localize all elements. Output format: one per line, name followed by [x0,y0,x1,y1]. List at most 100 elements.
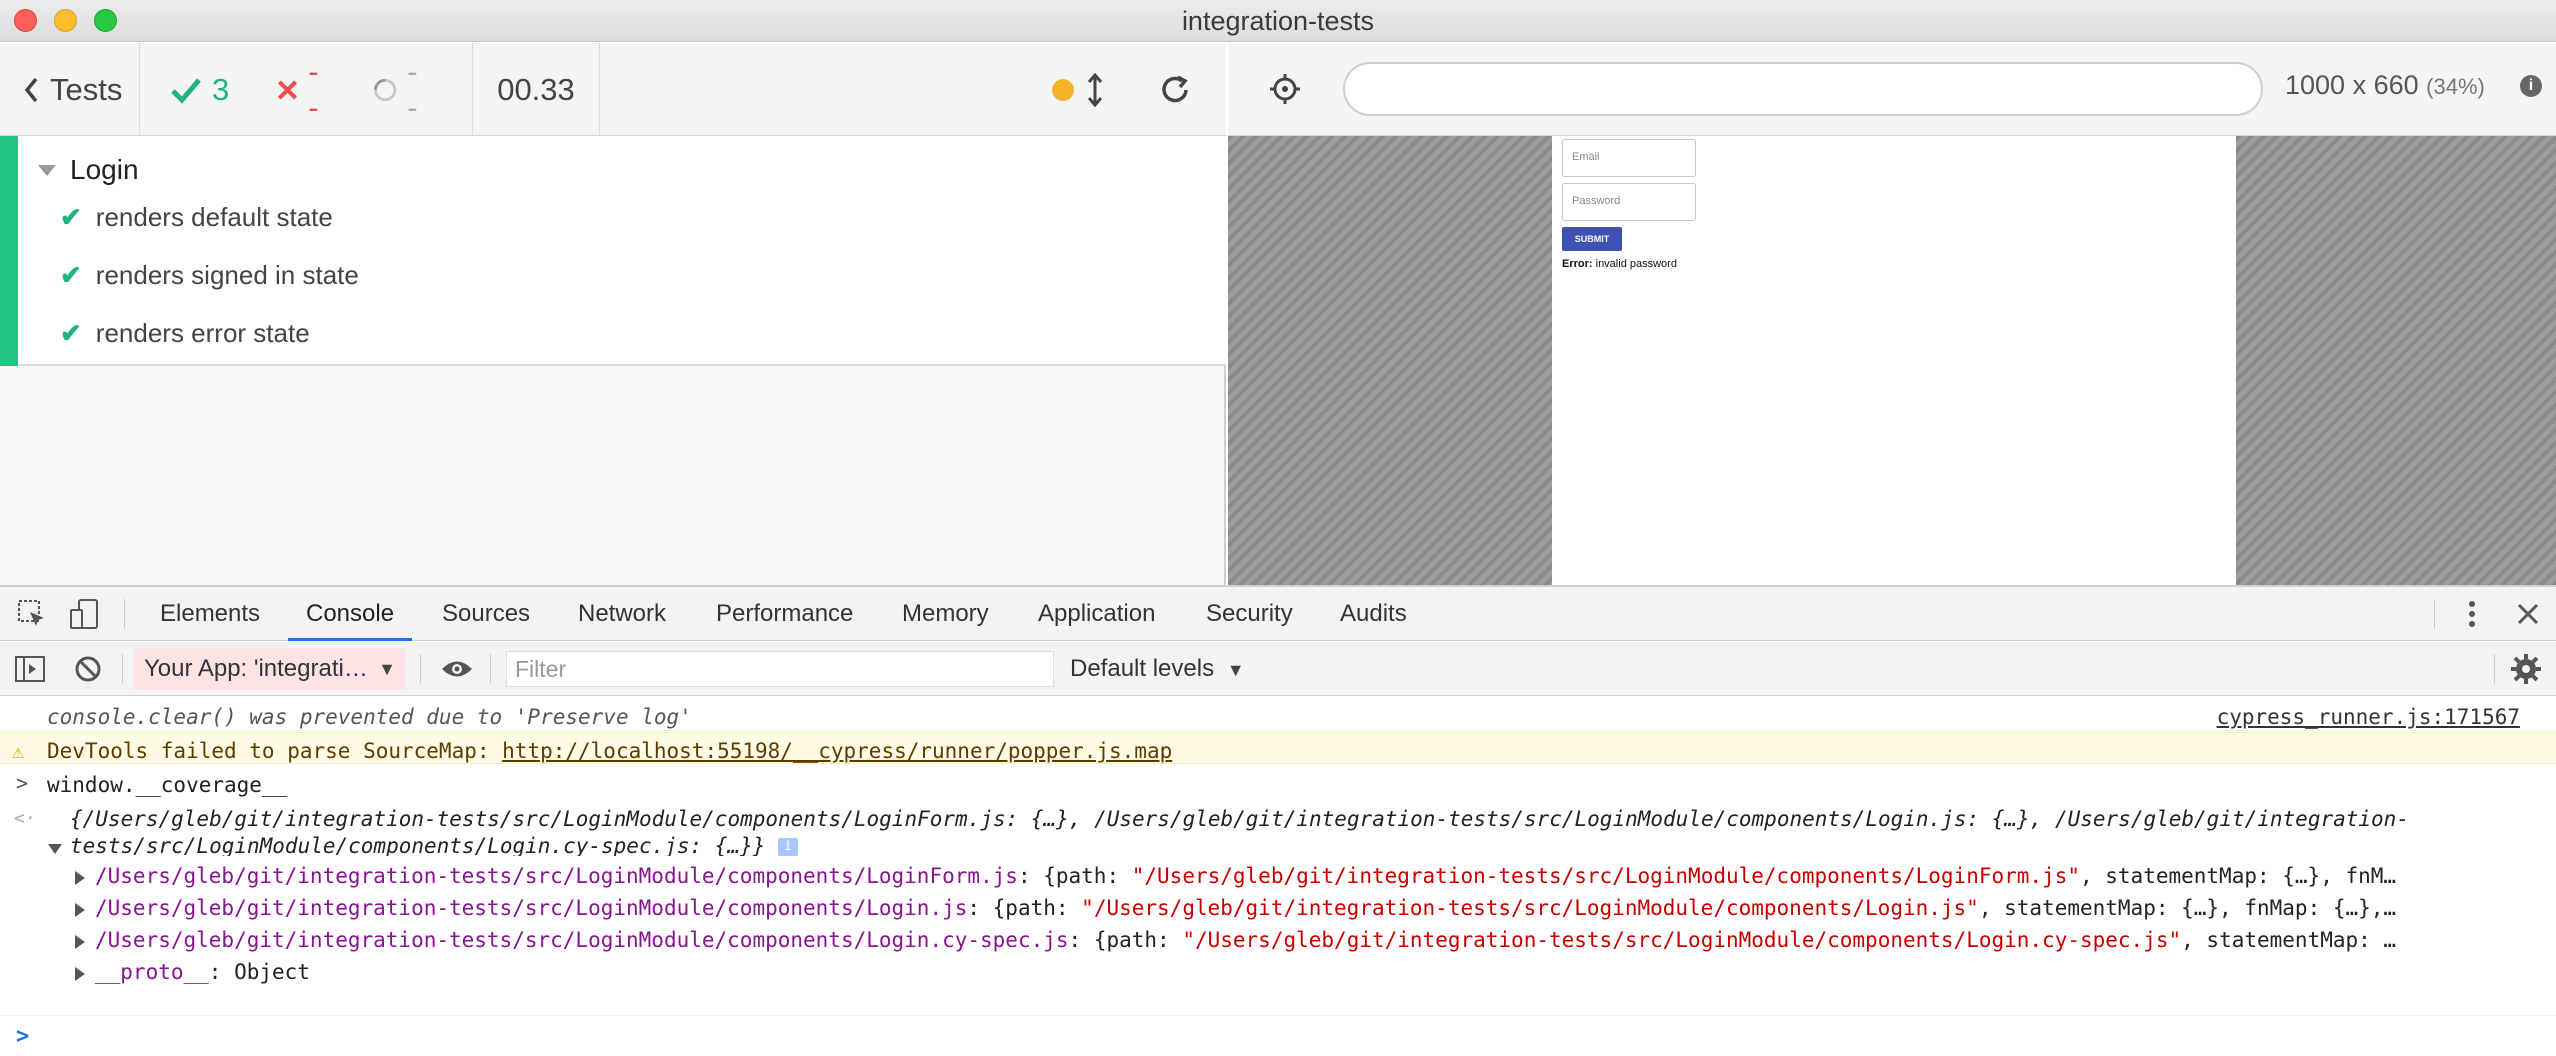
tab-security[interactable]: Security [1206,587,1293,641]
test-title: renders default state [95,202,333,232]
selector-playground-icon[interactable] [1268,72,1302,106]
property-rest: , statementMap: {…}, fnMap: {…},… [1978,896,2397,920]
proto-value: : Object [208,960,310,984]
test-stats: 3 -- -- [140,43,473,136]
window-titlebar: integration-tests [0,0,2556,42]
hatch-left [1228,136,1552,585]
console-message: console.clear() was prevented due to 'Pr… [0,699,2556,731]
viewport-size: 1000 x 660 [2285,70,2419,100]
property-path: "/Users/gleb/git/integration-tests/src/L… [1131,864,2080,888]
property-path: "/Users/gleb/git/integration-tests/src/L… [1182,928,2182,952]
property-prefix: : {path: [1017,864,1132,888]
result-arrow-icon: <· [14,808,36,829]
error-text: invalid password [1595,258,1677,270]
sourcemap-link[interactable]: http://localhost:55198/__cypress/runner/… [502,739,1172,763]
object-property-proto[interactable]: __proto__: Object [0,955,2556,987]
reporter-header: Tests 3 -- -- 00.33 [0,43,1226,136]
check-icon: ✔ [60,202,82,232]
tab-network[interactable]: Network [578,587,666,641]
inspect-element-icon[interactable] [17,599,47,629]
object-property[interactable]: /Users/gleb/git/integration-tests/src/Lo… [0,859,2556,891]
tab-performance[interactable]: Performance [716,587,853,641]
pending-stat: -- [373,54,424,126]
tab-console[interactable]: Console [288,587,413,641]
context-select[interactable]: Your App: 'integrati… ▼ [134,648,406,690]
duration: 00.33 [473,43,600,136]
back-to-tests-button[interactable]: Tests [0,43,140,136]
devtools-panel: Elements Console Sources Network Perform… [0,585,2556,1056]
check-icon [171,77,201,104]
device-toggle-icon[interactable] [69,598,101,630]
eye-icon[interactable] [440,658,474,680]
chevron-right-icon: > [16,1024,30,1049]
test-title: renders error state [95,318,310,348]
suite-title: Login [70,154,139,185]
test-reporter: Tests 3 -- -- 00.33 Login ✔ renders defa… [0,43,1226,585]
expand-triangle-icon[interactable] [75,935,85,949]
tab-application[interactable]: Application [1038,587,1155,641]
filter-input[interactable]: Filter [506,651,1054,687]
url-input[interactable] [1343,62,2263,116]
clear-console-icon[interactable] [74,655,102,683]
expand-triangle-icon[interactable] [48,844,62,854]
email-field[interactable]: Email [1562,139,1696,177]
object-property[interactable]: /Users/gleb/git/integration-tests/src/Lo… [0,891,2556,923]
tab-memory[interactable]: Memory [902,587,989,641]
levels-label: Default levels [1070,655,1215,682]
property-rest: , statementMap: {…}, fnM… [2079,864,2397,888]
close-devtools-icon[interactable] [2517,603,2539,625]
tab-audits[interactable]: Audits [1340,587,1407,641]
check-icon: ✔ [60,260,82,290]
test-title: renders signed in state [95,260,359,290]
status-dot-icon [1052,78,1074,101]
chevron-right-icon: > [16,771,29,795]
passed-stat: 3 [170,72,229,108]
passed-count: 3 [212,71,230,107]
suite-title-row[interactable]: Login [38,154,139,186]
password-field[interactable]: Password [1562,183,1696,221]
sidebar-toggle-icon[interactable] [14,655,46,683]
console-warning: ⚠ DevTools failed to parse SourceMap: ht… [0,732,2556,764]
more-vert-icon[interactable] [2467,599,2477,629]
window-title: integration-tests [1181,6,1375,36]
property-rest: , statementMap: … [2181,928,2397,952]
property-key: /Users/gleb/git/integration-tests/src/Lo… [95,896,968,920]
submit-button[interactable]: SUBMIT [1562,227,1622,251]
log-levels-select[interactable]: Default levels ▼ [1070,642,1245,696]
refresh-icon [1162,74,1188,102]
info-badge-icon[interactable]: i [778,838,799,856]
expand-triangle-icon[interactable] [75,871,85,885]
suite-status-bar [0,136,18,366]
expand-triangle-icon[interactable] [75,967,85,981]
gear-icon[interactable] [2510,653,2542,685]
chevron-left-icon [24,77,38,102]
rerun-button[interactable] [1158,43,1192,136]
test-item[interactable]: ✔ renders default state [60,202,333,233]
hatch-right [2236,136,2556,585]
info-icon[interactable]: i [2520,75,2542,97]
auto-scroll-toggle[interactable] [1052,43,1104,136]
console-result[interactable]: <· {/Users/gleb/git/integration-tests/sr… [0,800,2556,856]
property-key: /Users/gleb/git/integration-tests/src/Lo… [95,864,1018,888]
viewport-scale: (34%) [2426,74,2485,99]
test-item[interactable]: ✔ renders signed in state [60,260,359,291]
test-item[interactable]: ✔ renders error state [60,318,310,349]
property-prefix: : {path: [1068,928,1183,952]
warning-text: DevTools failed to parse SourceMap: [47,739,503,763]
viewport-info: 1000 x 660 (34%) [2285,70,2485,101]
object-property[interactable]: /Users/gleb/git/integration-tests/src/Lo… [0,923,2556,955]
console-prompt[interactable]: > [0,1015,2556,1055]
source-link[interactable]: cypress_runner.js:171567 [2217,705,2520,729]
tab-sources[interactable]: Sources [442,587,530,641]
tab-elements[interactable]: Elements [160,587,260,641]
warning-icon: ⚠ [12,739,25,763]
context-label: Your App: 'integrati… [144,655,368,682]
console-toolbar: Your App: 'integrati… ▼ Filter Default l… [0,642,2556,696]
expand-triangle-icon[interactable] [75,903,85,917]
property-path: "/Users/gleb/git/integration-tests/src/L… [1081,896,1979,920]
console-input-echo: > window.__coverage__ [0,767,2556,799]
property-prefix: : {path: [967,896,1082,920]
devtools-tabbar: Elements Console Sources Network Perform… [0,587,2556,641]
app-under-test-panel: 1000 x 660 (34%) i Email Password SUBMIT… [1228,43,2556,585]
failed-stat: -- [277,54,325,126]
